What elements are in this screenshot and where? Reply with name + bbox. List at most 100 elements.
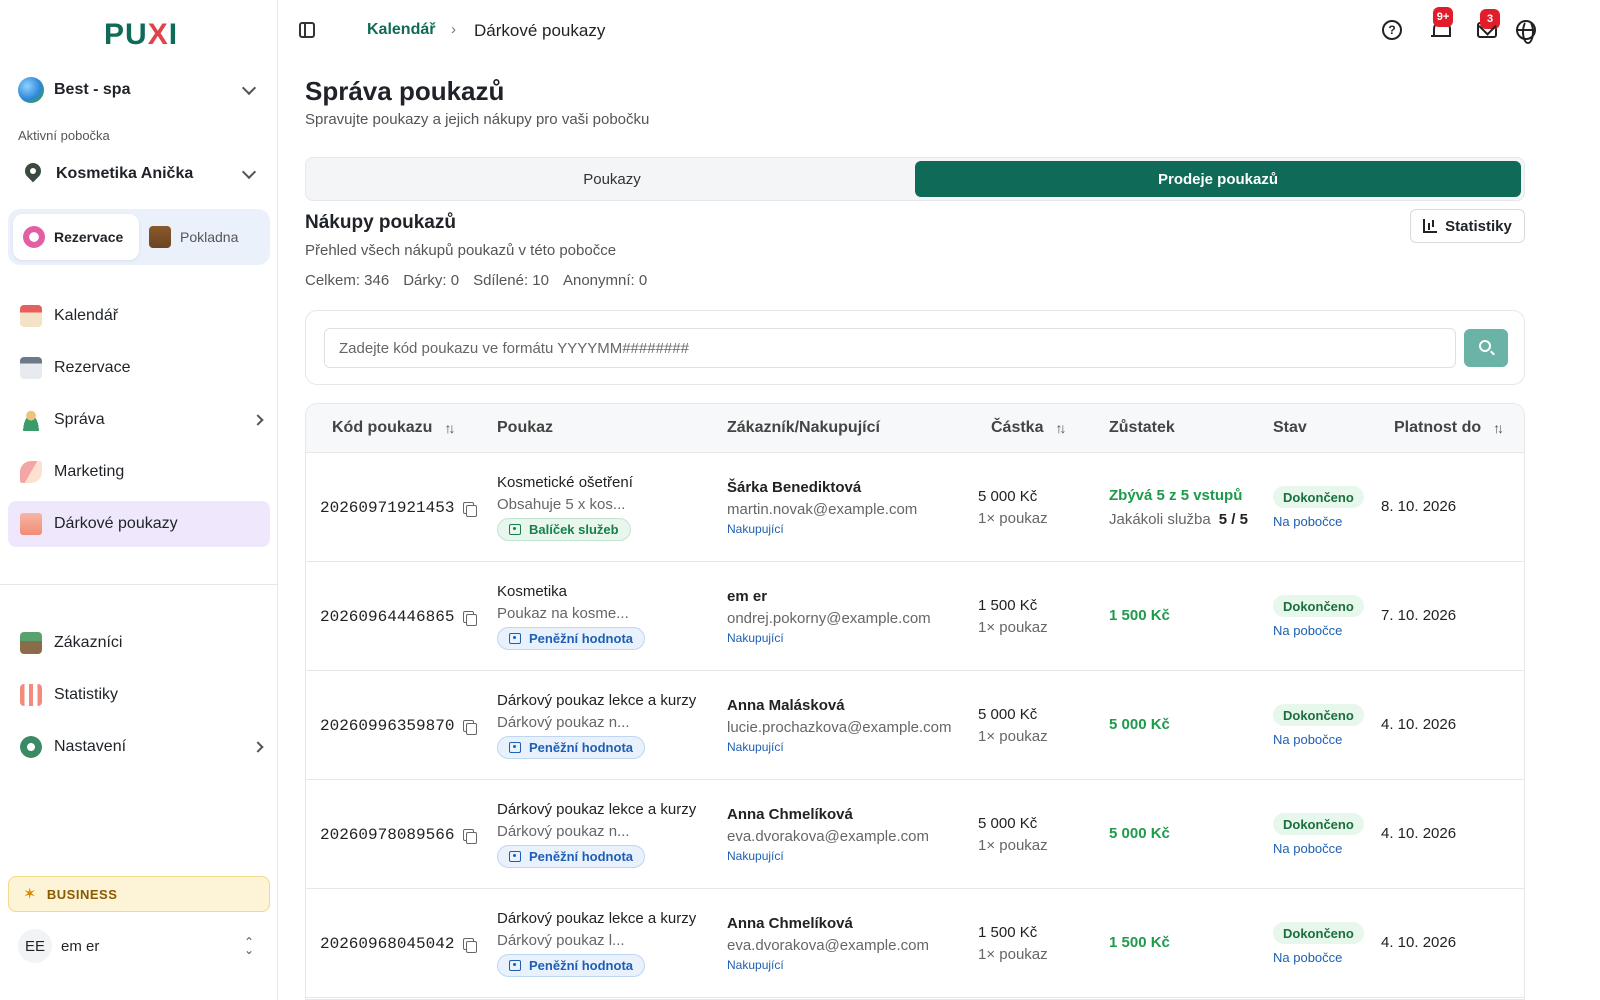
breadcrumb-calendar[interactable]: Kalendář	[367, 21, 435, 39]
valid-to-date: 8. 10. 2026	[1381, 498, 1457, 515]
column-label: Stav	[1273, 419, 1307, 436]
copy-icon[interactable]	[463, 938, 478, 953]
search-button[interactable]	[1464, 329, 1508, 367]
location-pin-icon	[24, 163, 42, 185]
voucher-quantity: 1× poukaz	[978, 728, 1048, 745]
bell-icon[interactable]: 9+	[1430, 7, 1453, 40]
customer-email: ondrej.pokorny@example.com	[727, 610, 931, 627]
sidebar-item-reservations[interactable]: Rezervace	[8, 345, 270, 391]
sort-icon[interactable]: ↑↓	[444, 420, 455, 436]
customer-role: Nakupující	[727, 740, 784, 754]
sidebar: PUXI Best - spa Aktivní pobočka Kosmetik…	[0, 0, 278, 1000]
column-amount[interactable]: Částka ↑↓	[991, 419, 1066, 437]
column-valid-to[interactable]: Platnost do ↑↓	[1394, 419, 1504, 437]
column-label: Zákazník/Nakupující	[727, 419, 880, 436]
voucher-description: Dárkový poukaz l...	[497, 932, 625, 949]
voucher-code-text: 20260971921453	[320, 499, 455, 517]
copy-icon[interactable]	[463, 829, 478, 844]
calendar-icon	[20, 305, 42, 327]
customer-email: eva.dvorakova@example.com	[727, 828, 929, 845]
tab-vouchers[interactable]: Poukazy	[309, 161, 915, 197]
balance: 5 000 Kč	[1109, 825, 1170, 842]
amount: 5 000 Kč	[978, 815, 1038, 832]
customer-name: Anna Chmelíková	[727, 806, 853, 823]
puxi-logo[interactable]: PUXI	[104, 18, 178, 52]
voucher-type-badge: Peněžní hodnota	[497, 954, 645, 977]
sidebar-item-management[interactable]: Správa	[8, 397, 270, 443]
voucher-description: Dárkový poukaz n...	[497, 714, 630, 731]
column-code[interactable]: Kód poukazu ↑↓	[332, 419, 455, 437]
voucher-quantity: 1× poukaz	[978, 946, 1048, 963]
sidebar-item-gift-vouchers[interactable]: Dárkové poukazy	[8, 501, 270, 547]
copy-icon[interactable]	[463, 611, 478, 626]
voucher-name: Dárkový poukaz lekce a kurzy	[497, 910, 697, 927]
sidebar-item-label: Rezervace	[54, 359, 131, 376]
copy-icon[interactable]	[463, 502, 478, 517]
table-row[interactable]: 20260978089566 Dárkový poukaz lekce a ku…	[306, 780, 1524, 889]
voucher-code: 20260968045042	[320, 935, 478, 953]
status-badge: Dokončeno	[1273, 922, 1364, 944]
column-label: Částka	[991, 419, 1044, 436]
customer-name: em er	[727, 588, 768, 605]
customer-role: Nakupující	[727, 958, 784, 972]
sort-icon[interactable]: ↑↓	[1493, 420, 1504, 436]
voucher-code-text: 20260968045042	[320, 935, 455, 953]
sidebar-item-label: Kalendář	[54, 307, 119, 324]
statistics-button[interactable]: Statistiky	[1410, 209, 1525, 243]
amount: 5 000 Kč	[978, 706, 1038, 723]
column-balance: Zůstatek	[1109, 419, 1175, 437]
chevron-up-down-icon: ⌃ ⌄	[243, 935, 255, 957]
purchase-location: Na pobočce	[1273, 950, 1343, 965]
customers-icon	[20, 632, 42, 654]
amount: 1 500 Kč	[978, 924, 1038, 941]
copy-icon[interactable]	[463, 720, 478, 735]
voucher-code: 20260978089566	[320, 826, 478, 844]
company-selector[interactable]: Best - spa	[18, 74, 260, 106]
sort-icon[interactable]: ↑↓	[1055, 420, 1066, 436]
sidebar-item-statistics[interactable]: Statistiky	[8, 672, 270, 718]
megaphone-icon	[20, 461, 42, 483]
valid-to-date: 4. 10. 2026	[1381, 934, 1457, 951]
sidebar-item-label: Zákazníci	[54, 634, 123, 651]
voucher-code: 20260971921453	[320, 499, 478, 517]
table-row[interactable]: 20260971921453 Kosmetické ošetření Obsah…	[306, 453, 1524, 562]
sidebar-divider	[0, 584, 278, 585]
column-label: Poukaz	[497, 419, 554, 436]
branch-selector[interactable]: Kosmetika Anička	[18, 158, 260, 190]
tabs: Poukazy Prodeje poukazů	[305, 157, 1525, 201]
table-row[interactable]: 20260996359870 Dárkový poukaz lekce a ku…	[306, 671, 1524, 780]
sidebar-item-customers[interactable]: Zákazníci	[8, 620, 270, 666]
purchase-location: Na pobočce	[1273, 732, 1343, 747]
cash-register-icon	[149, 226, 171, 248]
sidebar-toggle-icon[interactable]	[299, 22, 315, 38]
voucher-description: Dárkový poukaz n...	[497, 823, 630, 840]
count-gifts: Dárky: 0	[403, 272, 460, 289]
sidebar-item-settings[interactable]: Nastavení	[8, 724, 270, 770]
language-globe-icon[interactable]	[1516, 20, 1536, 44]
purchase-counts: Celkem: 346 Dárky: 0 Sdílené: 10 Anonymn…	[305, 272, 647, 289]
mode-cash-register[interactable]: Pokladna	[139, 214, 265, 260]
breadcrumb-current: Dárkové poukazy	[474, 21, 606, 40]
voucher-code-text: 20260996359870	[320, 717, 455, 735]
notifications-badge: 9+	[1433, 7, 1453, 27]
mail-icon[interactable]: 3	[1477, 9, 1500, 38]
sidebar-item-marketing[interactable]: Marketing	[8, 449, 270, 495]
table-row[interactable]: 20260968045042 Dárkový poukaz lekce a ku…	[306, 889, 1524, 998]
voucher-code-search-input[interactable]	[324, 328, 1456, 368]
voucher-code: 20260996359870	[320, 717, 478, 735]
table-header: Kód poukazu ↑↓ Poukaz Zákazník/Nakupující…	[306, 404, 1524, 453]
company-name: Best - spa	[54, 81, 131, 98]
status-badge: Dokončeno	[1273, 595, 1364, 617]
column-customer: Zákazník/Nakupující	[727, 419, 880, 437]
money-icon	[509, 960, 521, 971]
plan-badge[interactable]: ✶ BUSINESS	[8, 876, 270, 912]
sidebar-item-calendar[interactable]: Kalendář	[8, 293, 270, 339]
tab-voucher-sales[interactable]: Prodeje poukazů	[915, 161, 1521, 197]
sidebar-item-label: Dárkové poukazy	[54, 515, 178, 532]
user-menu[interactable]: EE em er ⌃ ⌄	[18, 928, 260, 964]
search-icon	[1479, 340, 1491, 352]
help-icon[interactable]: ?	[1382, 20, 1402, 40]
table-row[interactable]: 20260964446865 Kosmetika Poukaz na kosme…	[306, 562, 1524, 671]
search-card	[305, 310, 1525, 385]
mode-reservations[interactable]: Rezervace	[13, 214, 139, 260]
